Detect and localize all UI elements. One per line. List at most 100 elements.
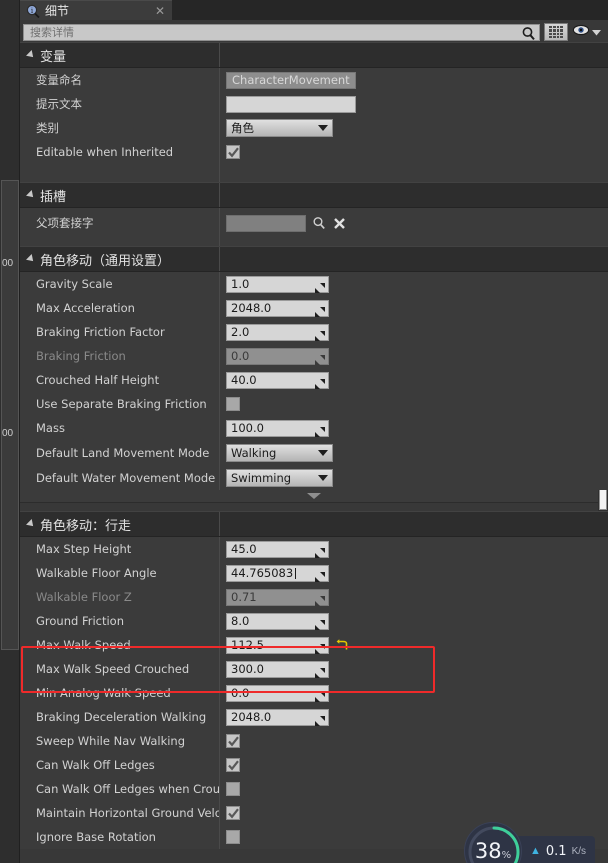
row-label: 提示文本 [36,97,82,111]
section-title: 角色移动：行走 [40,518,132,534]
expander-triangle-icon [26,50,36,60]
spinner-icon[interactable] [315,617,325,630]
row-label: Editable when Inherited [36,145,174,159]
row-default-water-movement-mode: Default Water Movement Mode Swimming [20,465,608,490]
max-walk-speed-crouched-input[interactable]: 300.0 [226,660,329,678]
spinner-icon[interactable] [315,376,325,389]
section-header-variable[interactable]: 变量 [20,42,608,68]
row-label: Default Land Movement Mode [36,445,210,460]
section-collapse-handle[interactable] [20,490,608,503]
tab-details[interactable]: i 细节 ✕ [20,0,172,20]
tab-close-icon[interactable]: ✕ [154,4,166,18]
ignore-base-rotation-checkbox[interactable] [226,830,240,844]
field-value: 45.0 [231,542,257,556]
min-analog-walk-speed-input[interactable]: 0.0 [226,684,329,702]
row-label: Sweep While Nav Walking [36,734,186,748]
chevron-down-icon [307,493,321,499]
row-label: Min Analog Walk Speed [36,686,171,700]
field-value: 112.5 [231,638,264,652]
row-label: Maintain Horizontal Ground Velocity [36,806,219,820]
row-label: Gravity Scale [36,277,113,291]
use-separate-braking-friction-checkbox[interactable] [226,397,240,411]
parent-socket-field[interactable] [226,214,306,232]
reset-arrow-icon[interactable] [335,638,349,652]
section-header-movement-walking[interactable]: 角色移动：行走 [20,511,608,537]
row-label: Mass [36,421,65,435]
default-land-movement-mode-dropdown[interactable]: Walking [226,443,333,462]
variable-name-field[interactable]: CharacterMovement [226,71,356,89]
section-title: 插槽 [40,189,67,205]
row-walkable-floor-z: Walkable Floor Z 0.71 [20,585,608,609]
search-icon[interactable] [312,216,326,230]
row-label: Ignore Base Rotation [36,830,156,844]
spinner-icon[interactable] [315,689,325,702]
network-speed-widget[interactable]: 38% ▲ 0.1 K/s [464,822,596,863]
spinner-icon[interactable] [315,665,325,678]
row-label: Walkable Floor Z [36,590,132,604]
row-mass: Mass 100.0 [20,416,608,440]
usage-ring-gauge: 38% [464,822,522,863]
spinner-icon[interactable] [315,545,325,558]
row-label: Can Walk Off Ledges [36,758,155,772]
max-step-height-input[interactable]: 45.0 [226,540,329,558]
spinner-icon[interactable] [315,424,325,437]
sweep-while-nav-walking-checkbox[interactable] [226,734,240,748]
category-dropdown[interactable]: 角色 [226,119,333,137]
row-ground-friction: Ground Friction 8.0 [20,609,608,633]
section-rows-variable: 变量命名 CharacterMovement 提示文本 类别 角色 Editab… [20,68,608,182]
max-walk-speed-input[interactable]: 112.5 [226,636,329,654]
row-label: Braking Deceleration Walking [36,710,207,724]
spinner-icon[interactable] [315,569,325,582]
spinner-icon[interactable] [315,713,325,726]
field-value: 0.0 [231,349,250,363]
spinner-icon[interactable] [315,328,325,341]
network-rate-unit: K/s [571,845,587,857]
row-label: Braking Friction [36,349,126,363]
mass-input[interactable]: 100.0 [226,419,329,437]
braking-friction-factor-input[interactable]: 2.0 [226,323,329,341]
braking-deceleration-walking-input[interactable]: 2048.0 [226,708,329,726]
gravity-scale-input[interactable]: 1.0 [226,275,329,293]
spinner-icon[interactable] [315,641,325,654]
row-max-step-height: Max Step Height 45.0 [20,537,608,561]
row-label: Walkable Floor Angle [36,566,157,580]
tooltip-text-field[interactable] [226,95,356,113]
row-gravity-scale: Gravity Scale 1.0 [20,272,608,296]
editable-when-inherited-checkbox[interactable] [226,145,240,159]
row-walkable-floor-angle: Walkable Floor Angle 44.765083 [20,561,608,585]
crouched-half-height-input[interactable]: 40.0 [226,371,329,389]
clear-x-icon[interactable] [332,216,346,230]
can-walk-off-ledges-checkbox[interactable] [226,758,240,772]
visibility-options-button[interactable] [572,23,605,42]
spinner-icon[interactable] [315,280,325,293]
search-placeholder: 搜索详情 [30,26,74,39]
row-use-separate-braking-friction: Use Separate Braking Friction [20,392,608,416]
tab-label: 细节 [45,4,70,18]
field-value: 44.765083 [231,566,294,580]
max-acceleration-input[interactable]: 2048.0 [226,299,329,317]
network-rate-value: 0.1 [545,843,567,859]
row-can-walk-off-ledges: Can Walk Off Ledges [20,753,608,777]
details-panel-window: 00 00 i 细节 ✕ 搜索详情 变量 变量命名 CharacterMovem… [0,0,608,863]
details-content: 变量 变量命名 CharacterMovement 提示文本 类别 角色 Edi… [20,42,608,863]
field-value: 40.0 [231,373,257,387]
walkable-floor-angle-input[interactable]: 44.765083 [226,564,329,582]
field-value: 2.0 [231,325,250,339]
row-default-land-movement-mode: Default Land Movement Mode Walking [20,440,608,465]
chevron-down-icon [318,449,328,456]
field-value: CharacterMovement [232,73,350,87]
maintain-horizontal-ground-velocity-checkbox[interactable] [226,806,240,820]
section-header-movement-general[interactable]: 角色移动（通用设置） [20,246,608,272]
grid-view-icon[interactable] [544,23,568,41]
section-header-socket[interactable]: 插槽 [20,182,608,208]
spinner-icon[interactable] [315,304,325,317]
row-parent-socket: 父项套接字 [20,208,608,238]
ground-friction-input[interactable]: 8.0 [226,612,329,630]
chevron-down-icon [318,125,328,131]
default-water-movement-mode-dropdown[interactable]: Swimming [226,468,333,487]
background-tick-upper: 00 [2,258,14,269]
section-rows-socket: 父项套接字 [20,208,608,246]
search-input[interactable]: 搜索详情 [23,23,540,41]
row-sweep-while-nav-walking: Sweep While Nav Walking [20,729,608,753]
can-walk-off-ledges-when-crouching-checkbox[interactable] [226,782,240,796]
